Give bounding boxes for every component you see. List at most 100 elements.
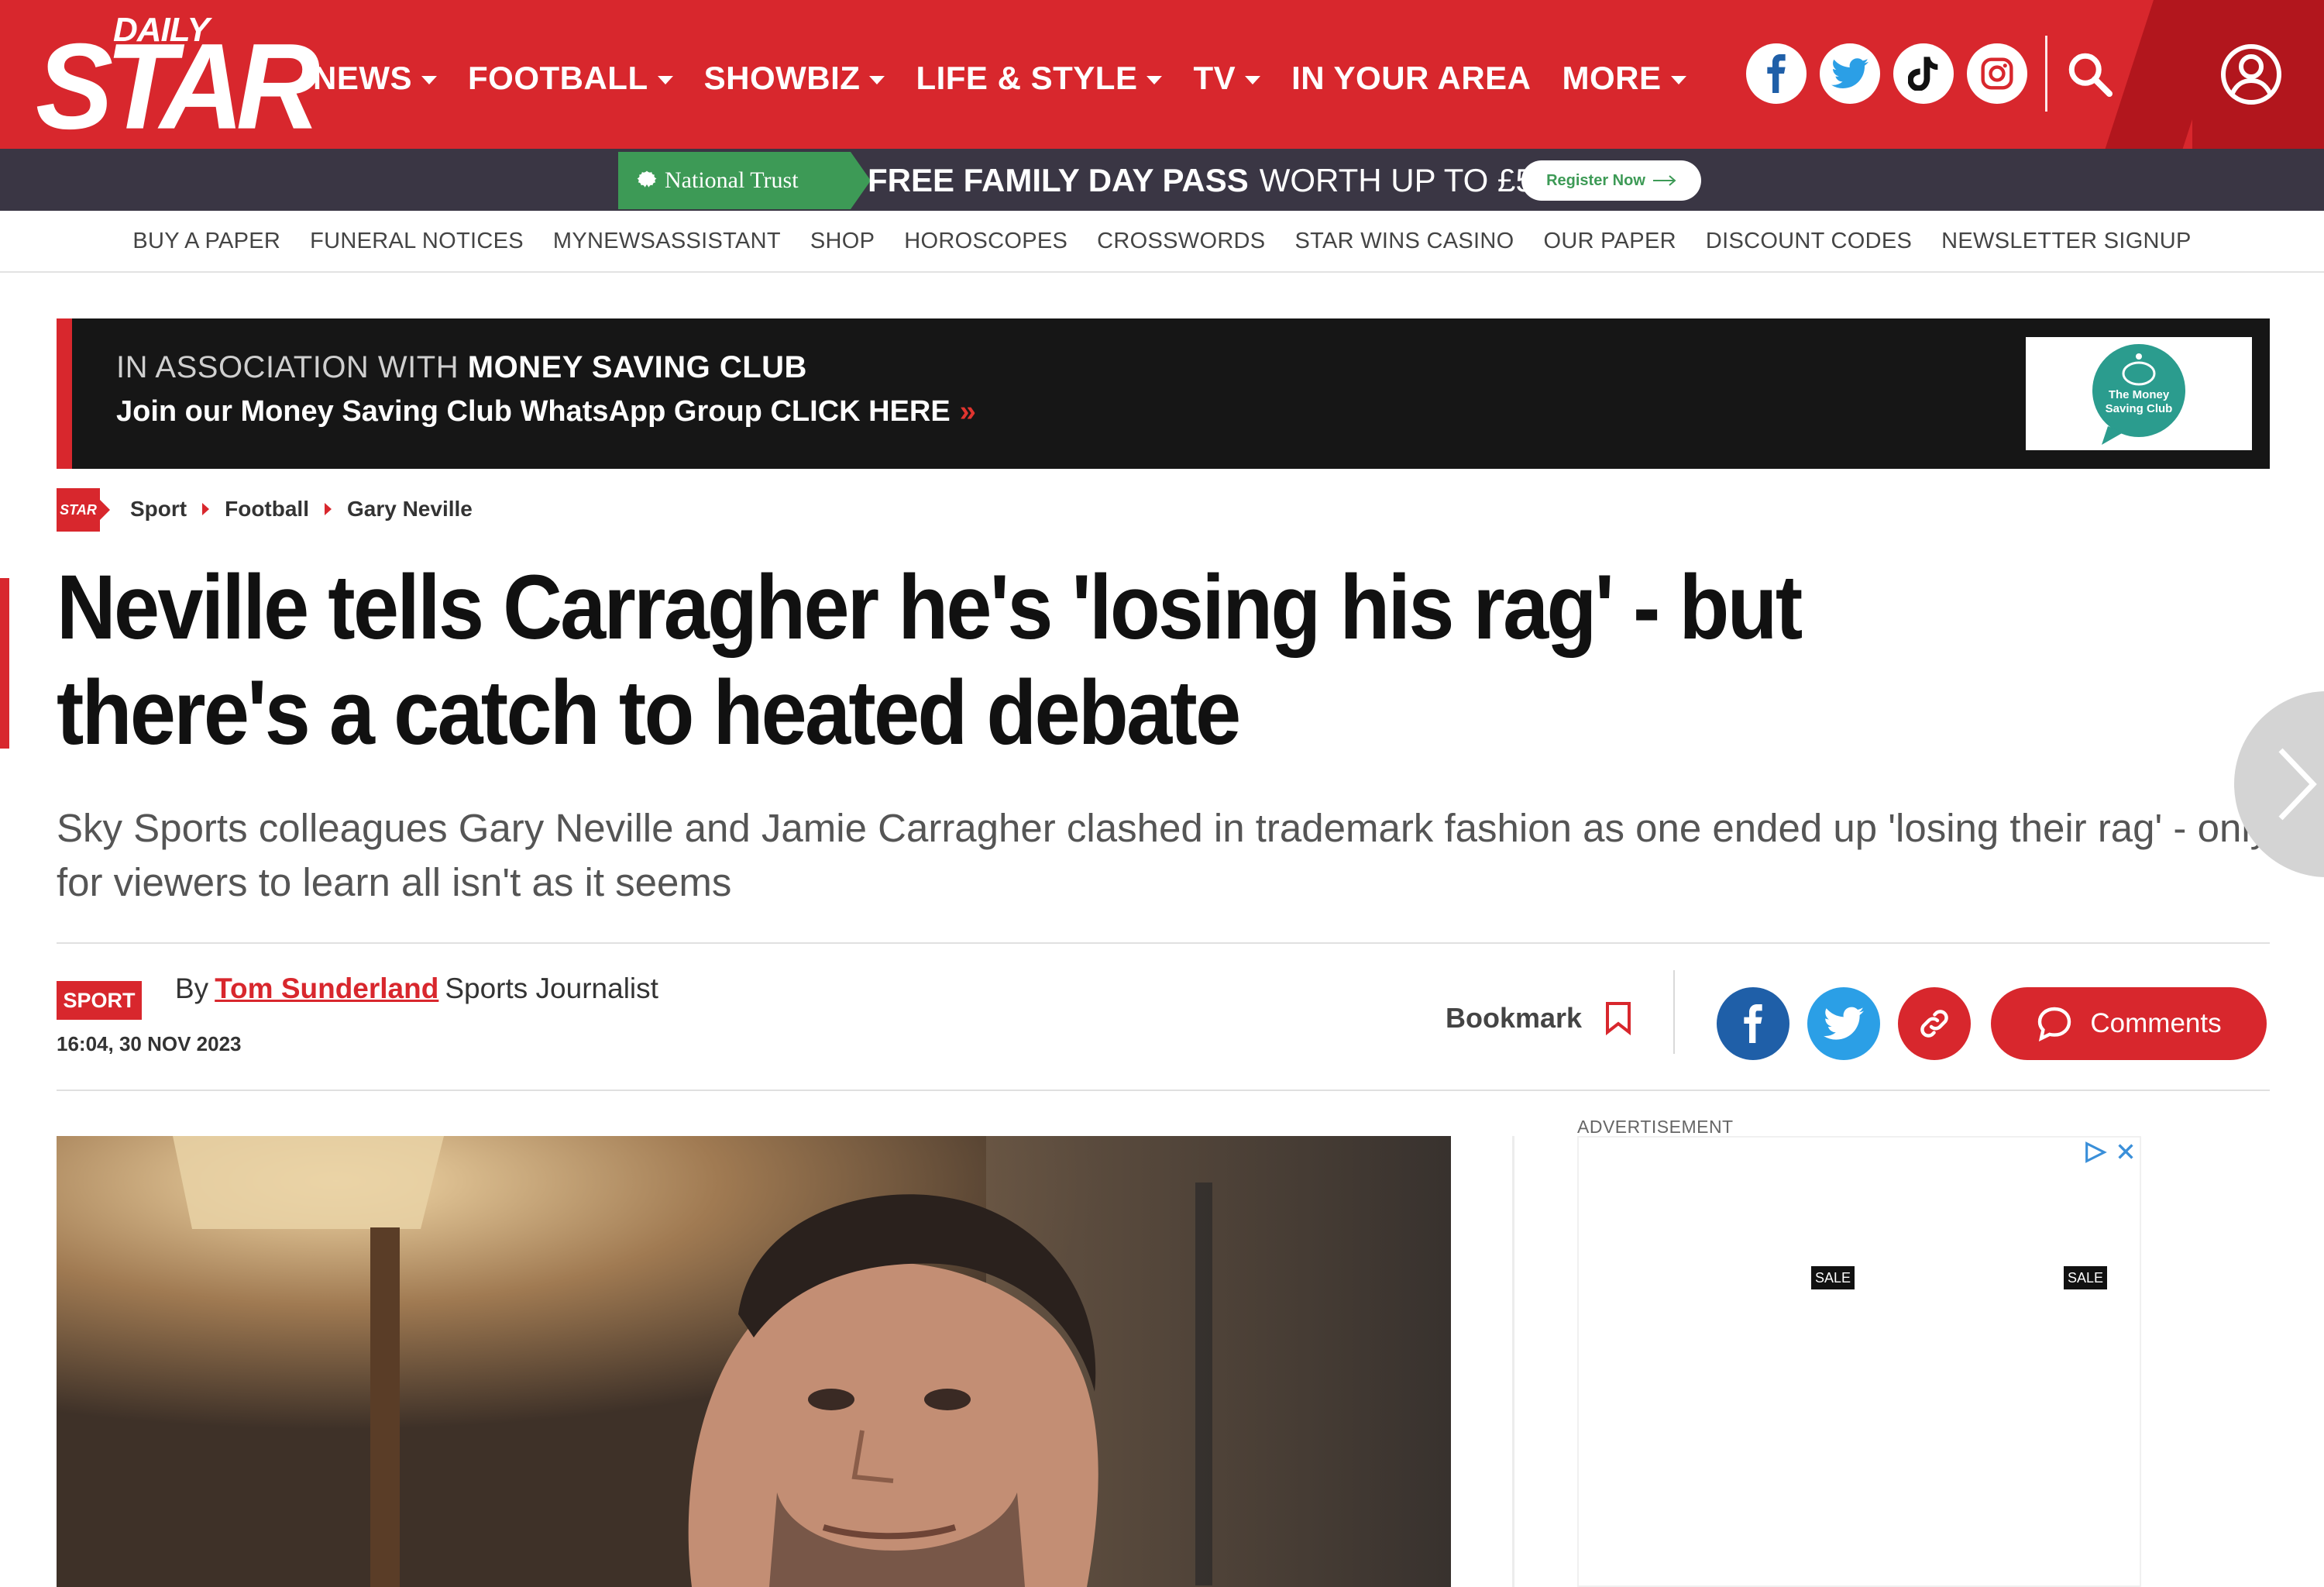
account-icon[interactable] (2220, 43, 2282, 105)
subnav-crosswords[interactable]: CROSSWORDS (1097, 229, 1265, 254)
social-links (1746, 43, 2027, 104)
breadcrumb-separator-icon (324, 503, 332, 515)
logo-text-line-2: Saving Club (2106, 402, 2173, 415)
register-now-label: Register Now (1546, 171, 1645, 189)
chevron-down-icon (1670, 75, 1686, 84)
banner-accent (57, 318, 72, 469)
section-tag[interactable]: SPORT (57, 981, 142, 1020)
nav-more[interactable]: MORE (1563, 51, 1686, 105)
secondary-nav: BUY A PAPER FUNERAL NOTICES MYNEWSASSIST… (0, 211, 2324, 273)
close-icon[interactable] (2115, 1141, 2137, 1162)
main-nav: NEWS FOOTBALL SHOWBIZ LIFE & STYLE TV IN… (313, 51, 1686, 105)
share-divider (1673, 970, 1675, 1054)
subnav-funeral-notices[interactable]: FUNERAL NOTICES (310, 229, 524, 254)
money-saving-club-banner[interactable] (57, 318, 2270, 469)
breadcrumb-separator-icon (202, 503, 210, 515)
facebook-icon[interactable] (1746, 43, 1807, 104)
header-divider (2045, 36, 2047, 112)
comments-label: Comments (2090, 1008, 2222, 1038)
bookmark-label: Bookmark (1446, 1002, 1583, 1034)
comment-bubble-icon (2038, 1007, 2071, 1041)
double-chevron-icon: » (959, 395, 976, 428)
instagram-icon[interactable] (1967, 43, 2027, 104)
bookmark-icon (1606, 1002, 1631, 1035)
article-headline: Neville tells Carragher he's 'losing his… (57, 556, 1803, 764)
national-trust-badge[interactable]: National Trust (618, 152, 851, 209)
banner-cta-text: Join our Money Saving Club WhatsApp Grou… (116, 395, 951, 428)
author-link[interactable]: Tom Sunderland (215, 973, 438, 1004)
share-facebook-button[interactable] (1717, 987, 1789, 1060)
nav-football-label: FOOTBALL (468, 60, 648, 96)
twitter-icon[interactable] (1820, 43, 1880, 104)
subnav-horoscopes[interactable]: HOROSCOPES (904, 229, 1067, 254)
share-twitter-button[interactable] (1807, 987, 1880, 1060)
nav-life-style-label: LIFE & STYLE (916, 60, 1138, 96)
nav-showbiz-label: SHOWBIZ (703, 60, 861, 96)
logo-text-line-1: The Money (2109, 388, 2170, 401)
nav-tv[interactable]: TV (1193, 51, 1261, 105)
promo-bold-text: FREE FAMILY DAY PASS (868, 162, 1249, 198)
association-name: MONEY SAVING CLUB (467, 350, 807, 384)
breadcrumb-gary-neville[interactable]: Gary Neville (347, 497, 473, 522)
nav-news-label: NEWS (313, 60, 412, 96)
nav-football[interactable]: FOOTBALL (468, 51, 673, 105)
nav-showbiz[interactable]: SHOWBIZ (704, 51, 885, 105)
author-role: Sports Journalist (445, 973, 658, 1004)
sale-badge: SALE (2064, 1266, 2107, 1289)
chevron-down-icon (657, 75, 673, 84)
advertisement-slot[interactable] (1577, 1136, 2141, 1587)
oak-leaf-icon (637, 170, 657, 188)
breadcrumb-football[interactable]: Football (225, 497, 309, 522)
association-prefix: IN ASSOCIATION WITH (116, 350, 459, 384)
nav-life-style[interactable]: LIFE & STYLE (916, 51, 1163, 105)
subnav-discount-codes[interactable]: DISCOUNT CODES (1706, 229, 1912, 254)
subnav-buy-a-paper[interactable]: BUY A PAPER (132, 229, 280, 254)
comments-button[interactable]: Comments (1991, 987, 2267, 1060)
byline: By Tom Sunderland Sports Journalist (175, 973, 658, 1005)
nav-in-your-area-label: IN YOUR AREA (1291, 60, 1532, 96)
breadcrumb-home-logo[interactable]: STAR (57, 488, 100, 532)
search-icon[interactable] (2067, 51, 2113, 98)
link-icon (1920, 1010, 1948, 1038)
banner-association: IN ASSOCIATION WITH MONEY SAVING CLUB (116, 350, 807, 385)
daily-star-logo[interactable]: DAILY STAR (36, 9, 320, 147)
logo-star-text: STAR (36, 17, 320, 155)
article-standfirst: Sky Sports colleagues Gary Neville and J… (57, 806, 2271, 904)
register-now-button[interactable]: Register Now (1521, 160, 1701, 201)
divider (57, 942, 2270, 944)
chevron-down-icon (869, 75, 885, 84)
subnav-shop[interactable]: SHOP (810, 229, 875, 254)
breadcrumb: Sport Football Gary Neville (130, 497, 473, 522)
subnav-newsletter-signup[interactable]: NEWSLETTER SIGNUP (1941, 229, 2192, 254)
promo-rest-text: WORTH UP TO £50! (1259, 162, 1561, 198)
chevron-down-icon (1147, 75, 1163, 84)
divider (57, 1090, 2270, 1091)
national-trust-label: National Trust (665, 167, 799, 193)
money-saving-club-logo: The Money Saving Club (2026, 337, 2252, 450)
tiktok-icon[interactable] (1893, 43, 1954, 104)
banner-cta-link[interactable]: Join our Money Saving Club WhatsApp Grou… (116, 395, 976, 429)
hero-photo (57, 1136, 1451, 1587)
facebook-icon (1744, 1004, 1762, 1043)
chevron-down-icon (1245, 75, 1261, 84)
breadcrumb-sport[interactable]: Sport (130, 497, 187, 522)
subnav-our-paper[interactable]: OUR PAPER (1543, 229, 1676, 254)
chevron-right-icon (2278, 748, 2317, 821)
nav-in-your-area[interactable]: IN YOUR AREA (1291, 51, 1531, 105)
nav-news[interactable]: NEWS (313, 51, 437, 105)
copy-link-button[interactable] (1898, 987, 1971, 1060)
subnav-mynewsassistant[interactable]: MYNEWSASSISTANT (553, 229, 781, 254)
article-hero-image[interactable] (57, 1136, 1451, 1587)
advertisement-label: ADVERTISEMENT (1577, 1117, 1734, 1137)
nav-tv-label: TV (1193, 60, 1236, 96)
bookmark-button[interactable]: Bookmark (1446, 1001, 1631, 1035)
adchoices-play-icon (2085, 1141, 2107, 1163)
nav-more-label: MORE (1562, 60, 1662, 96)
chevron-down-icon (421, 75, 437, 84)
ad-choices[interactable] (2082, 1141, 2137, 1164)
publish-date: 16:04, 30 NOV 2023 (57, 1032, 242, 1055)
headline-accent (0, 578, 9, 749)
column-divider (1512, 1136, 1514, 1587)
breadcrumb-logo-arrow (100, 500, 110, 520)
subnav-star-wins-casino[interactable]: STAR WINS CASINO (1294, 229, 1514, 254)
